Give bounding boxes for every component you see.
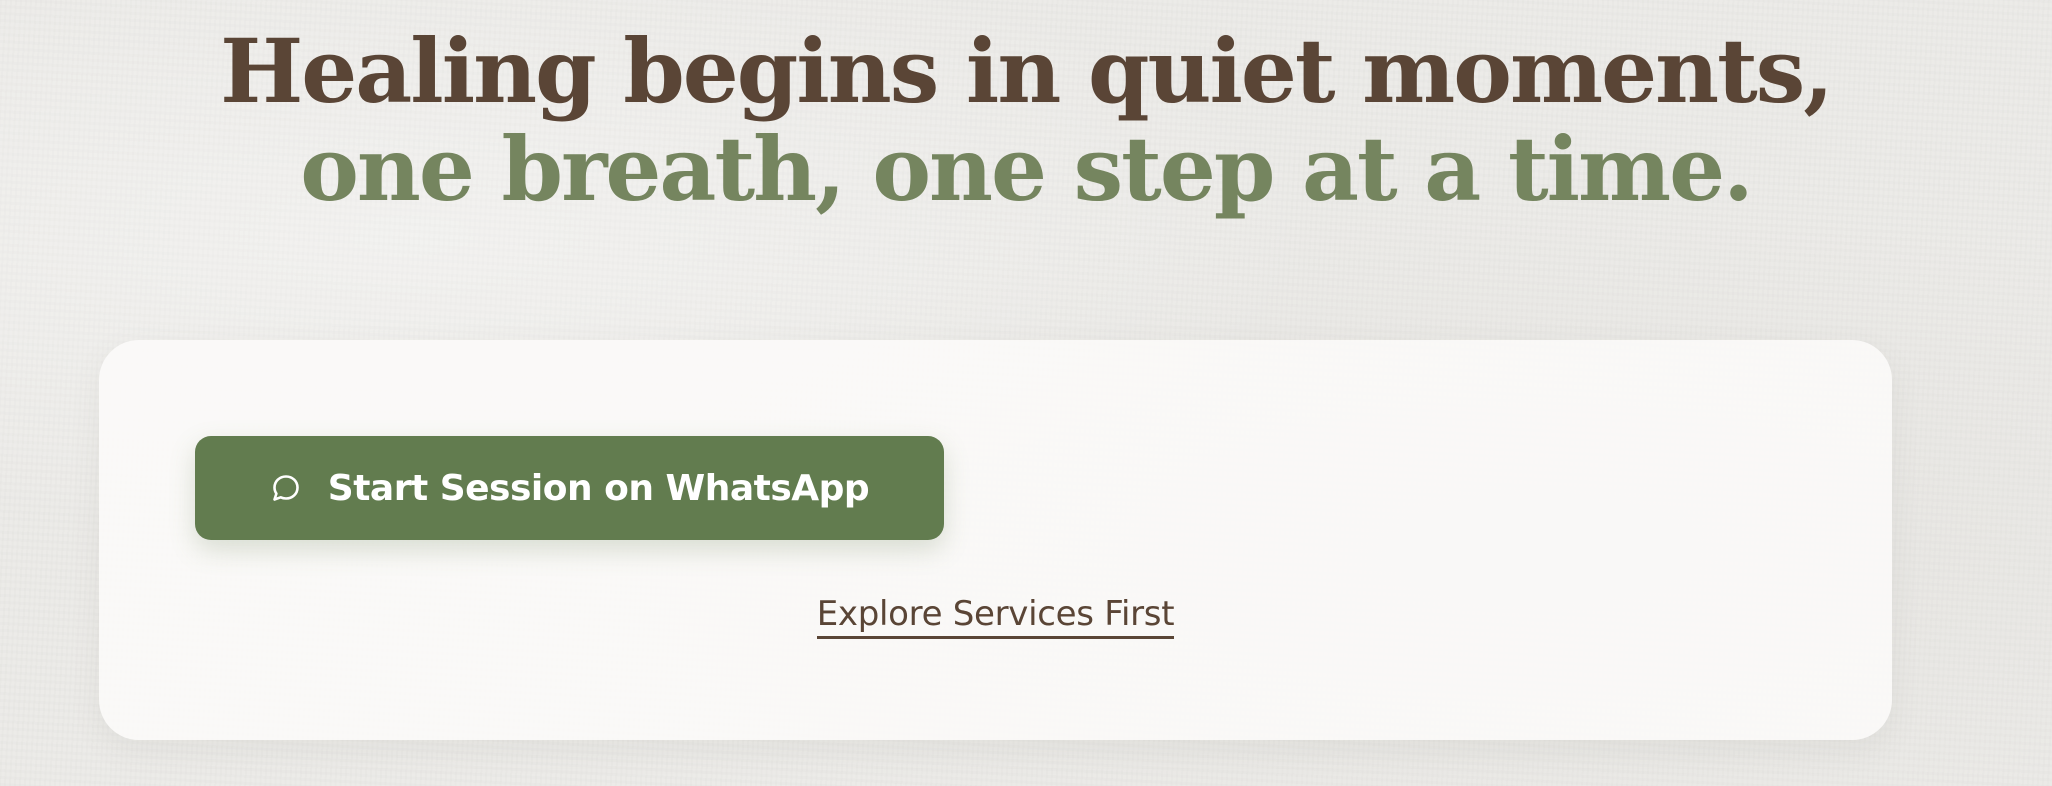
hero-heading-line-1: Healing begins in quiet moments, (220, 19, 1834, 123)
start-session-whatsapp-button[interactable]: Start Session on WhatsApp (195, 436, 944, 540)
hero-heading-line-2: one breath, one step at a time. (300, 117, 1754, 221)
hero-heading: Healing begins in quiet moments, one bre… (0, 22, 2052, 218)
explore-services-label: Explore Services First (816, 594, 1175, 639)
start-session-whatsapp-label: Start Session on WhatsApp (327, 467, 870, 509)
explore-services-link[interactable]: Explore Services First (99, 594, 1892, 639)
cta-card: Start Session on WhatsApp Explore Servic… (99, 340, 1892, 740)
chat-bubble-icon (270, 472, 302, 504)
